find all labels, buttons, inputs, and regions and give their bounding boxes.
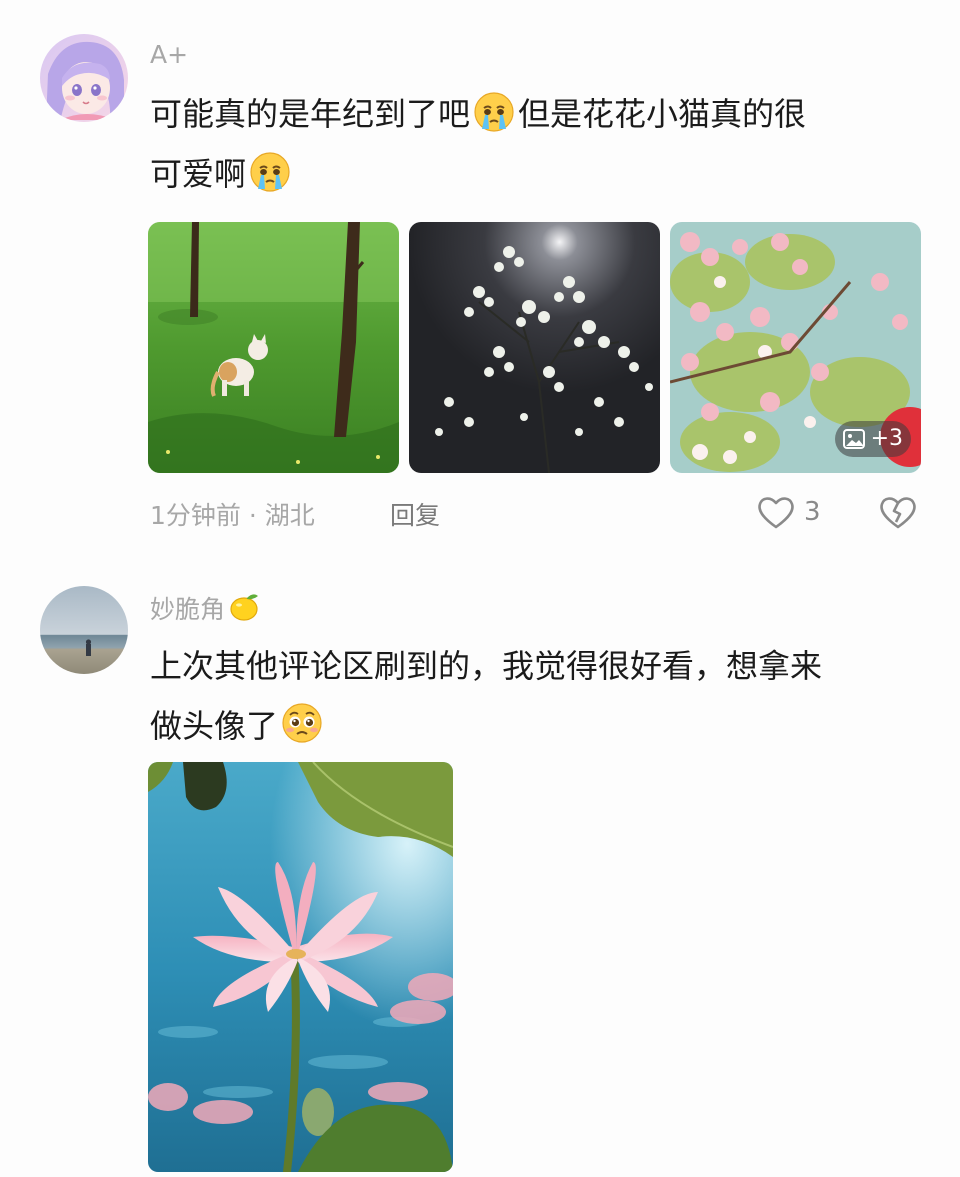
- comment-text: 可能真的是年纪到了吧 但是花花小猫真的很 可爱啊: [150, 84, 930, 204]
- username[interactable]: A+: [150, 40, 188, 69]
- comment-item: A+ 可能真的是年纪到了吧 但是花花小猫真的很 可爱啊 +3 1分钟前 · 湖北…: [0, 0, 960, 560]
- photo-cherry-blossoms[interactable]: +3: [670, 222, 921, 473]
- photo-cat-on-grass[interactable]: [148, 222, 399, 473]
- dislike-button[interactable]: [878, 494, 918, 534]
- avatar[interactable]: [40, 586, 128, 674]
- like-button[interactable]: 3: [756, 494, 821, 530]
- more-images-badge[interactable]: +3: [834, 421, 911, 457]
- like-count: 3: [804, 497, 821, 527]
- image-icon: [842, 429, 865, 449]
- crying-face-icon: [250, 152, 290, 192]
- broken-heart-icon: [880, 497, 916, 529]
- pleading-face-icon: [282, 703, 322, 743]
- more-images-count: +3: [870, 426, 903, 451]
- comment-time-location: 1分钟前 · 湖北: [150, 501, 315, 530]
- avatar[interactable]: [40, 34, 128, 122]
- comment-text-segment: 可能真的是年纪到了吧: [150, 95, 471, 133]
- comment-thread: A+ 可能真的是年纪到了吧 但是花花小猫真的很 可爱啊 +3 1分钟前 · 湖北…: [0, 0, 960, 1177]
- photo-night-blossoms[interactable]: [409, 222, 660, 473]
- reply-button[interactable]: 回复: [390, 496, 440, 532]
- comment-text-segment: 但是花花小猫真的很: [518, 95, 807, 133]
- comment-text-segment: 做头像了: [150, 707, 279, 745]
- comment-text: 上次其他评论区刷到的，我觉得很好看，想拿来 做头像了: [150, 636, 930, 756]
- photo-lotus-flower[interactable]: [148, 762, 453, 1172]
- heart-icon: [758, 497, 794, 529]
- username[interactable]: 妙脆角: [150, 590, 263, 626]
- username-text: 妙脆角: [150, 595, 226, 624]
- crying-face-icon: [474, 92, 514, 132]
- comment-text-segment: 可爱啊: [150, 155, 247, 193]
- lemon-icon: [230, 594, 259, 621]
- comment-text-segment: 上次其他评论区刷到的，我觉得很好看，想拿来: [150, 647, 823, 685]
- comment-item: 妙脆角 上次其他评论区刷到的，我觉得很好看，想拿来 做头像了: [0, 572, 960, 1177]
